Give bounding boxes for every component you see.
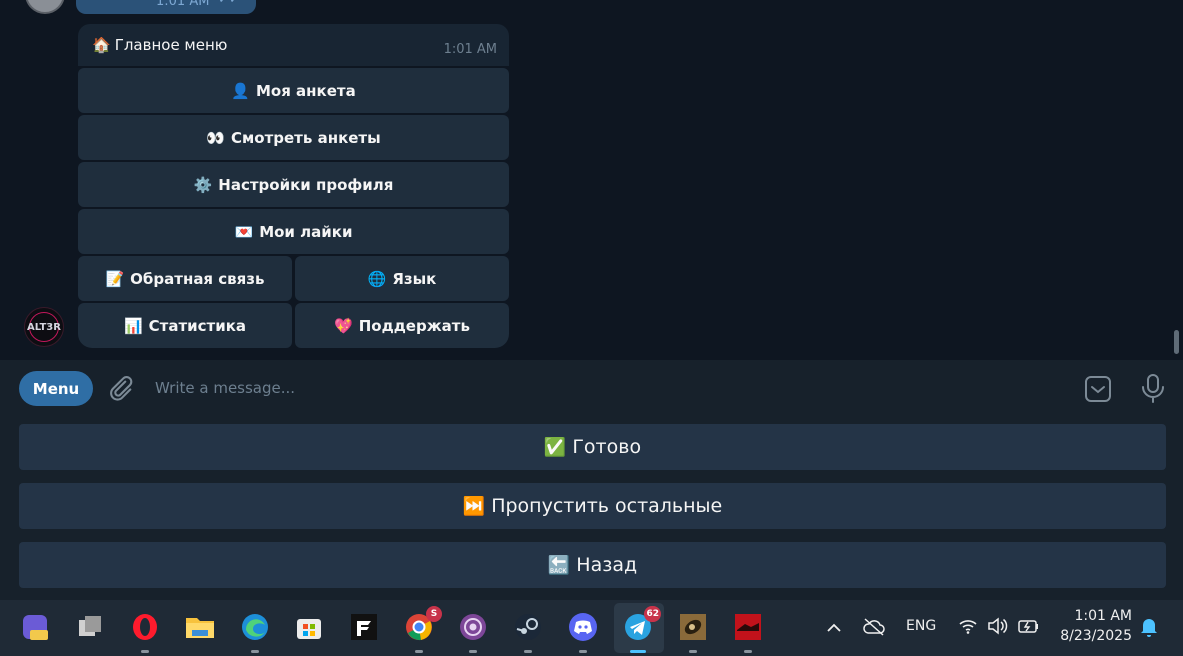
inline-button-label: Обратная связь bbox=[130, 269, 265, 288]
running-indicator bbox=[744, 650, 752, 653]
notification-bell-icon[interactable] bbox=[1139, 616, 1159, 638]
previous-message-time: 1:01 AM bbox=[156, 0, 210, 9]
volume-icon[interactable] bbox=[987, 616, 1009, 636]
opera-icon[interactable] bbox=[128, 610, 162, 653]
system-clock[interactable]: 1:01 AM 8/23/2025 bbox=[1058, 606, 1132, 646]
game-app-2-icon[interactable] bbox=[731, 610, 765, 653]
message-composer: Menu bbox=[0, 360, 1183, 416]
bot-avatar-text: ALT3R bbox=[27, 312, 61, 342]
running-indicator bbox=[469, 650, 477, 653]
running-indicator bbox=[579, 650, 587, 653]
inline-button-my-likes[interactable]: 💌 Мои лайки bbox=[78, 209, 509, 254]
globe-icon: 🌐 bbox=[367, 269, 387, 288]
telegram-icon[interactable]: 62 bbox=[621, 606, 661, 653]
check-mark-icon: ✅ bbox=[543, 436, 567, 458]
user-avatar[interactable] bbox=[25, 0, 65, 14]
running-indicator bbox=[689, 650, 697, 653]
unread-count-badge: 62 bbox=[644, 606, 661, 622]
inline-button-label: Настройки профиля bbox=[218, 175, 394, 194]
reply-button-label: Назад bbox=[576, 554, 638, 576]
inline-button-browse-profiles[interactable]: 👀 Смотреть анкеты bbox=[78, 115, 509, 160]
reply-keyboard: ✅ Готово ⏭️ Пропустить остальные 🔙 Назад bbox=[0, 416, 1183, 600]
chevron-up-icon[interactable] bbox=[825, 619, 843, 637]
inline-button-label: Статистика bbox=[148, 316, 247, 335]
chat-scrollbar[interactable] bbox=[1174, 330, 1179, 354]
gear-icon: ⚙️ bbox=[193, 175, 213, 194]
inline-button-feedback[interactable]: 📝 Обратная связь bbox=[78, 256, 292, 301]
inline-button-label: Мои лайки bbox=[259, 222, 353, 241]
faceit-icon[interactable] bbox=[347, 610, 381, 644]
message-input[interactable] bbox=[145, 374, 1045, 402]
running-indicator bbox=[415, 650, 423, 653]
memo-icon: 📝 bbox=[105, 269, 125, 288]
bar-chart-icon: 📊 bbox=[123, 316, 143, 335]
game-app-icon[interactable] bbox=[676, 610, 710, 653]
inline-button-label: Язык bbox=[392, 269, 437, 288]
reply-button-skip-rest[interactable]: ⏭️ Пропустить остальные bbox=[19, 483, 1166, 529]
clock-date: 8/23/2025 bbox=[1060, 628, 1132, 644]
reply-button-label: Пропустить остальные bbox=[491, 495, 723, 517]
steam-icon[interactable] bbox=[511, 610, 545, 653]
chat-area[interactable]: 1:01 AM ✓✓ 🏠Главное меню 1:01 AM 👤 Моя ан… bbox=[8, 0, 1183, 360]
tor-browser-icon[interactable] bbox=[456, 610, 490, 653]
microphone-icon[interactable] bbox=[1140, 373, 1166, 403]
edge-icon[interactable] bbox=[238, 610, 272, 653]
wifi-icon[interactable] bbox=[958, 617, 978, 635]
paperclip-icon[interactable] bbox=[106, 374, 134, 402]
copilot-icon[interactable] bbox=[18, 610, 52, 644]
love-letter-icon: 💌 bbox=[234, 222, 254, 241]
battery-charging-icon[interactable] bbox=[1017, 616, 1041, 636]
inline-button-support[interactable]: 💖 Поддержать bbox=[295, 303, 509, 348]
store-icon[interactable] bbox=[292, 610, 326, 644]
keyboard-toggle-icon[interactable] bbox=[1084, 375, 1112, 403]
eyes-icon: 👀 bbox=[206, 128, 225, 147]
message-bubble[interactable]: 🏠 Главное меню 1:01 AM bbox=[78, 24, 509, 66]
inline-button-label: Поддержать bbox=[358, 316, 470, 335]
message-time: 1:01 AM bbox=[443, 42, 497, 57]
active-indicator bbox=[630, 650, 646, 653]
chrome-profile-badge: S bbox=[426, 606, 442, 622]
file-explorer-icon[interactable] bbox=[183, 610, 217, 644]
house-icon: 🏠 bbox=[92, 36, 111, 54]
inline-button-label: Смотреть анкеты bbox=[231, 128, 381, 147]
message-text: 🏠 Главное меню bbox=[92, 36, 227, 54]
cloud-offline-icon[interactable] bbox=[862, 616, 886, 638]
reply-button-label: Готово bbox=[572, 436, 642, 458]
chrome-icon[interactable]: S bbox=[402, 606, 442, 653]
language-indicator[interactable]: ENG bbox=[906, 618, 936, 634]
read-checkmark-icon: ✓✓ bbox=[218, 0, 240, 7]
inline-button-statistics[interactable]: 📊 Статистика bbox=[78, 303, 292, 348]
task-view-icon[interactable] bbox=[73, 610, 107, 644]
back-arrow-icon: 🔙 bbox=[547, 554, 571, 576]
bot-avatar[interactable]: ALT3R bbox=[24, 307, 64, 347]
inline-button-profile-settings[interactable]: ⚙️ Настройки профиля bbox=[78, 162, 509, 207]
clock-time: 1:01 AM bbox=[1074, 608, 1132, 624]
message-label: Главное меню bbox=[114, 36, 228, 54]
discord-icon[interactable] bbox=[566, 610, 600, 653]
bust-icon: 👤 bbox=[231, 81, 250, 100]
sparkling-heart-icon: 💖 bbox=[334, 316, 353, 335]
running-indicator bbox=[141, 650, 149, 653]
inline-button-language[interactable]: 🌐 Язык bbox=[295, 256, 509, 301]
inline-button-my-profile[interactable]: 👤 Моя анкета bbox=[78, 68, 509, 113]
menu-button[interactable]: Menu bbox=[19, 371, 93, 406]
skip-forward-icon: ⏭️ bbox=[462, 495, 486, 517]
reply-button-back[interactable]: 🔙 Назад bbox=[19, 542, 1166, 588]
reply-button-done[interactable]: ✅ Готово bbox=[19, 424, 1166, 470]
inline-button-label: Моя анкета bbox=[255, 81, 356, 100]
running-indicator bbox=[251, 650, 259, 653]
running-indicator bbox=[524, 650, 532, 653]
taskbar: S 62 ENG 1:01 AM 8/23/2025 bbox=[0, 600, 1183, 656]
